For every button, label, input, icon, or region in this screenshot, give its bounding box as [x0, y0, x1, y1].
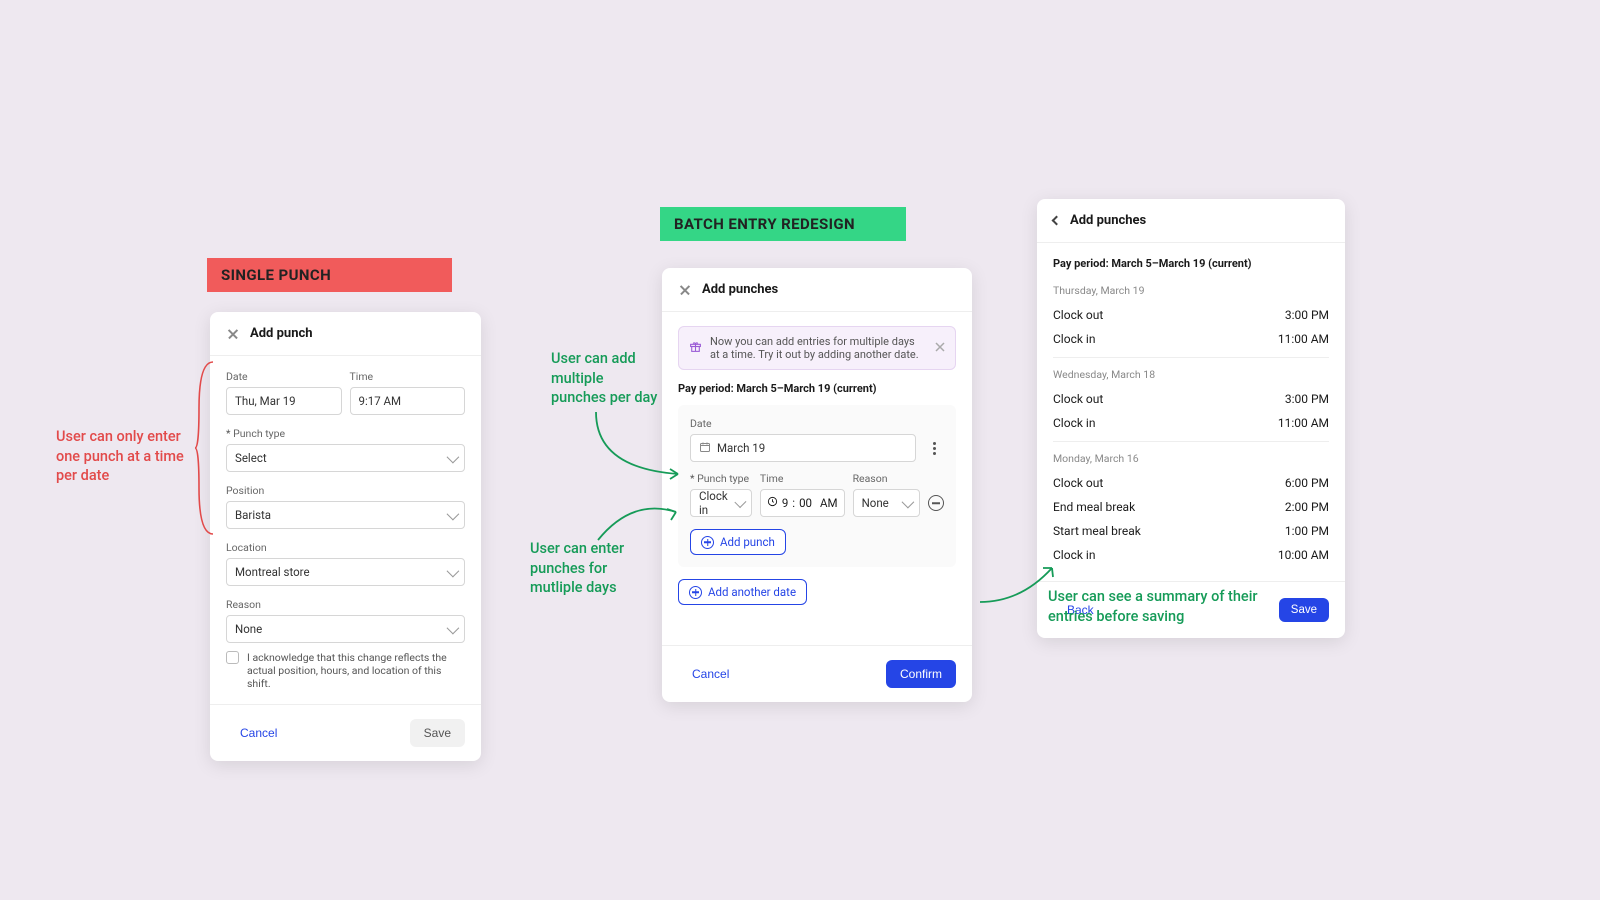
label-time: Time: [350, 370, 466, 383]
entry-time: 11:00 AM: [1278, 416, 1329, 430]
entry-name: Clock out: [1053, 392, 1103, 406]
calendar-icon: [699, 441, 711, 456]
banner-text: Now you can add entries for multiple day…: [710, 335, 927, 361]
summary-day-label: Thursday, March 19: [1053, 284, 1329, 297]
entry-name: Clock in: [1053, 548, 1095, 562]
summary-entry-row: Clock out 3:00 PM: [1053, 303, 1329, 327]
reason-select[interactable]: None: [853, 489, 920, 517]
location-select[interactable]: Montreal store: [226, 558, 465, 586]
summary-day-label: Monday, March 16: [1053, 452, 1329, 465]
date-input[interactable]: Thu, Mar 19: [226, 387, 342, 415]
summary-entry-row: Start meal break 1:00 PM: [1053, 519, 1329, 543]
batch-title: Add punches: [702, 282, 778, 297]
batch-card-header: Add punches: [662, 268, 972, 312]
cancel-button[interactable]: Cancel: [226, 719, 291, 747]
entry-time: 1:00 PM: [1285, 524, 1329, 538]
save-button[interactable]: Save: [410, 719, 465, 747]
entry-time: 3:00 PM: [1285, 308, 1329, 322]
summary-header: Add punches: [1037, 199, 1345, 243]
banner-close-icon[interactable]: [935, 342, 945, 355]
annotation-multi-days: User can enter punches for mutliple days: [530, 539, 645, 598]
time-picker[interactable]: 9:00 AM: [760, 489, 845, 517]
summary-entry-row: Clock out 3:00 PM: [1053, 387, 1329, 411]
summary-entry-row: Clock in 11:00 AM: [1053, 411, 1329, 435]
entry-name: Clock in: [1053, 416, 1095, 430]
label-position: Position: [226, 484, 465, 497]
entry-name: Clock out: [1053, 308, 1103, 322]
annotation-summary: User can see a summary of their entries …: [1048, 587, 1288, 626]
date-picker[interactable]: March 19: [690, 434, 916, 462]
entry-time: 6:00 PM: [1285, 476, 1329, 490]
punch-type-select[interactable]: Clock in: [690, 489, 752, 517]
annotation-add-punches: User can add multiple punches per day: [551, 349, 661, 408]
entry-name: Clock out: [1053, 476, 1103, 490]
summary-entry-row: End meal break 2:00 PM: [1053, 495, 1329, 519]
position-select[interactable]: Barista: [226, 501, 465, 529]
summary-entry-row: Clock in 10:00 AM: [1053, 543, 1329, 567]
summary-card: Add punches Pay period: March 5–March 19…: [1037, 199, 1345, 638]
info-banner: Now you can add entries for multiple day…: [678, 326, 956, 370]
entry-time: 10:00 AM: [1278, 548, 1329, 562]
punch-type-select[interactable]: Select: [226, 444, 465, 472]
gift-icon: [689, 340, 702, 356]
plus-icon: [689, 586, 702, 599]
tag-single: SINGLE PUNCH: [207, 258, 452, 292]
clock-icon: [767, 496, 778, 510]
entry-time: 11:00 AM: [1278, 332, 1329, 346]
label-location: Location: [226, 541, 465, 554]
ack-text: I acknowledge that this change reflects …: [247, 651, 465, 690]
single-punch-card: Add punch Date Thu, Mar 19 Time 9:17 AM …: [210, 312, 481, 761]
close-icon[interactable]: [226, 327, 240, 341]
single-title: Add punch: [250, 326, 313, 341]
date-overflow-menu[interactable]: [924, 442, 944, 455]
label-time: Time: [760, 472, 845, 485]
batch-card: Add punches Now you can add entries for …: [662, 268, 972, 702]
back-icon[interactable]: [1053, 217, 1060, 224]
summary-entry-row: Clock out 6:00 PM: [1053, 471, 1329, 495]
add-punch-button[interactable]: Add punch: [690, 529, 786, 555]
entry-time: 2:00 PM: [1285, 500, 1329, 514]
divider: [1053, 357, 1329, 358]
ack-checkbox[interactable]: [226, 651, 239, 664]
date-block: Date March 19 Punch type Clock in Time: [678, 405, 956, 567]
time-input[interactable]: 9:17 AM: [350, 387, 466, 415]
summary-day-label: Wednesday, March 18: [1053, 368, 1329, 381]
entry-name: End meal break: [1053, 500, 1135, 514]
entry-name: Start meal break: [1053, 524, 1141, 538]
divider: [1053, 441, 1329, 442]
entry-name: Clock in: [1053, 332, 1095, 346]
add-another-date-button[interactable]: Add another date: [678, 579, 807, 605]
close-icon[interactable]: [678, 283, 692, 297]
label-reason: Reason: [853, 472, 920, 485]
remove-punch-button[interactable]: [928, 495, 944, 511]
plus-icon: [701, 536, 714, 549]
confirm-button[interactable]: Confirm: [886, 660, 956, 688]
summary-entry-row: Clock in 11:00 AM: [1053, 327, 1329, 351]
label-date: Date: [226, 370, 342, 383]
pay-period: Pay period: March 5–March 19 (current): [678, 382, 956, 395]
annotation-red: User can only enter one punch at a time …: [56, 427, 206, 486]
label-punch-type: Punch type: [690, 472, 752, 485]
label-punch-type: Punch type: [226, 427, 465, 440]
label-date: Date: [690, 417, 944, 430]
summary-title: Add punches: [1070, 213, 1146, 228]
tag-batch: BATCH ENTRY REDESIGN: [660, 207, 906, 241]
cancel-button[interactable]: Cancel: [678, 660, 743, 688]
single-card-header: Add punch: [210, 312, 481, 356]
reason-select[interactable]: None: [226, 615, 465, 643]
summary-period: Pay period: March 5–March 19 (current): [1053, 257, 1329, 270]
label-reason: Reason: [226, 598, 465, 611]
entry-time: 3:00 PM: [1285, 392, 1329, 406]
ack-row: I acknowledge that this change reflects …: [226, 651, 465, 690]
